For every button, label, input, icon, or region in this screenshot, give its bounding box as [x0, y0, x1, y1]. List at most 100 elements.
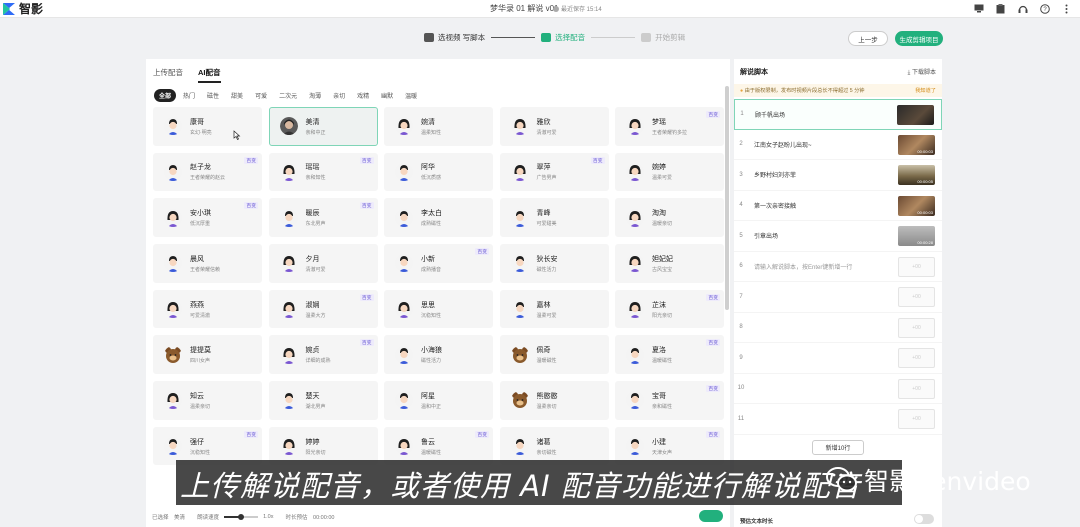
voice-card[interactable]: 淘淘 温暖亲切	[615, 198, 724, 237]
clip-thumbnail[interactable]: 00:00:03	[898, 134, 935, 155]
voice-card[interactable]: 暖辰 东北男声 百变	[268, 198, 378, 237]
speed-knob[interactable]	[238, 514, 245, 520]
step-3[interactable]: 开始剪辑	[641, 32, 685, 43]
clip-duration: 00:00:03	[917, 209, 933, 215]
script-row[interactable]: 10 +00	[734, 374, 942, 404]
category-tab[interactable]: 可爱	[250, 89, 272, 102]
category-tab[interactable]: 磁性	[202, 89, 224, 102]
voice-card[interactable]: 思思 沉稳知性	[384, 289, 493, 329]
voice-card[interactable]: 青峰 可爱甜美	[499, 198, 609, 237]
clipboard-icon[interactable]	[995, 3, 1006, 14]
voice-card[interactable]: 阿星 温和中正	[384, 381, 493, 420]
script-row[interactable]: 5 引章出场 00:00:28	[734, 221, 942, 252]
voice-name: 宝哥	[652, 392, 666, 400]
voice-card[interactable]: 美清 亲和中正	[268, 107, 378, 146]
clip-thumbnail[interactable]: 00:00:03	[898, 195, 935, 216]
add-clip-slot[interactable]: +00	[898, 256, 935, 277]
voice-info: 楚天 湖北男声	[306, 391, 326, 410]
voice-grid-scrollbar[interactable]	[725, 86, 729, 310]
speed-slider[interactable]	[224, 514, 259, 520]
step-2[interactable]: 选择配音	[541, 32, 585, 43]
voice-card[interactable]: 燕燕 可爱清澈	[153, 289, 262, 329]
script-row[interactable]: 3 乡野村妇刘亦菲 00:00:05	[734, 160, 942, 191]
more-icon[interactable]	[1061, 3, 1072, 14]
voice-info: 翠萍 广告男声	[537, 162, 557, 181]
voice-card[interactable]: 阿华 低沉质感	[384, 152, 493, 192]
script-row[interactable]: 6 请输入解说脚本，按Enter键新增一行 +00	[734, 252, 942, 282]
clip-thumbnail[interactable]	[897, 105, 934, 125]
download-script-button[interactable]: ⤓ 下载脚本	[908, 67, 936, 77]
voice-card[interactable]: 婉清 温柔知性	[384, 107, 493, 146]
voice-card[interactable]: 安小琪 低沉厚重 百变	[153, 198, 262, 237]
voice-card[interactable]: 夕月 清澈可爱	[268, 244, 378, 283]
voice-card[interactable]: 佩奇 温暖磁性	[499, 335, 609, 374]
watermark: 智影Zenvideo	[826, 462, 1031, 498]
voice-card[interactable]: 芷沫 阳光亲切 百变	[615, 289, 724, 329]
tab-upload-voice[interactable]: 上传配音	[153, 67, 183, 83]
tab-ai-voice[interactable]: AI配音	[198, 67, 221, 83]
generate-project-button[interactable]: 生成剪辑项目	[895, 31, 943, 46]
script-row[interactable]: 8 +00	[734, 313, 942, 343]
voice-card[interactable]: 婉婷 温柔可爱	[615, 152, 724, 192]
voice-card[interactable]: 嘉林 温柔可爱	[499, 289, 609, 329]
category-tab[interactable]: 亲切	[328, 89, 350, 102]
category-tab[interactable]: 幽默	[376, 89, 398, 102]
document-title[interactable]: 梦华录 01 解说 v01	[490, 3, 558, 14]
voice-card[interactable]: 婉贞 详细的成熟 百变	[268, 335, 378, 374]
add-clip-slot[interactable]: +00	[898, 287, 935, 307]
voice-badge: 百变	[706, 430, 720, 438]
voice-card[interactable]: 知云 温柔亲切	[153, 381, 262, 420]
add-clip-slot[interactable]: +00	[898, 317, 935, 338]
voice-card[interactable]: 赵子龙 王者荣耀的赵云 百变	[153, 152, 262, 192]
voice-card[interactable]: 小新 成熟播音 百变	[384, 244, 493, 283]
voice-card[interactable]: 瑶瑶 亲和知性 百变	[268, 152, 378, 192]
step-1[interactable]: 选视频 写脚本	[424, 32, 485, 43]
headset-icon[interactable]	[1017, 3, 1028, 14]
voice-card[interactable]: 翠萍 广告男声 百变	[499, 152, 609, 192]
play-preview-button[interactable]	[699, 510, 723, 522]
script-row[interactable]: 1 顾千帆出场	[734, 99, 942, 130]
voice-card[interactable]: 楚天 湖北男声	[268, 381, 378, 420]
script-row[interactable]: 2 江南女子赵盼儿出现~ 00:00:03	[734, 130, 942, 160]
row-number: 5	[739, 232, 743, 239]
add-clip-slot[interactable]: +00	[898, 348, 935, 368]
notice-dismiss-link[interactable]: 我知道了	[915, 87, 936, 94]
category-tab[interactable]: 全部	[154, 89, 177, 102]
help-icon[interactable]: ?	[1039, 3, 1050, 14]
voice-card[interactable]: 淑娴 温柔大方 百变	[268, 289, 378, 329]
voice-card[interactable]: 晨风 王者荣耀信赖	[153, 244, 262, 283]
category-tab[interactable]: 热门	[178, 89, 200, 102]
monitor-icon[interactable]	[973, 3, 984, 14]
voice-card[interactable]: 梦瑶 王者荣耀钓多拉 百变	[615, 107, 724, 146]
script-input-placeholder[interactable]: 请输入解说脚本，按Enter键新增一行	[754, 262, 852, 271]
category-tab[interactable]: 甜美	[226, 89, 248, 102]
voice-card[interactable]: 康哥 玄幻·明亮	[153, 107, 262, 146]
previous-step-button[interactable]: 上一步	[848, 31, 888, 46]
voice-card[interactable]: 提提莫 四川女声	[153, 335, 262, 374]
voice-card[interactable]: 李太白 成熟磁性	[384, 198, 493, 237]
category-tab[interactable]: 二次元	[274, 89, 302, 102]
voice-info: 赵子龙 王者荣耀的赵云	[190, 162, 225, 181]
estimated-duration-toggle[interactable]	[914, 514, 934, 524]
category-tab[interactable]: 温暖	[400, 89, 422, 102]
clip-thumbnail[interactable]: 00:00:05	[898, 165, 935, 185]
clip-thumbnail[interactable]: 00:00:28	[898, 226, 935, 246]
voice-card[interactable]: 宝哥 亲和磁性 百变	[615, 381, 724, 420]
voice-card[interactable]: 雅欣 清澈可爱	[499, 107, 609, 146]
app-logo[interactable]: 智影	[2, 0, 43, 17]
script-row[interactable]: 11 +00	[734, 404, 942, 435]
add-clip-slot[interactable]: +00	[898, 378, 935, 399]
voice-card[interactable]: 小海狼 磁性活力	[384, 335, 493, 374]
add-rows-button[interactable]: 新增10行	[812, 440, 864, 455]
voice-card[interactable]: 夏洛 温暖磁性 百变	[615, 335, 724, 374]
voice-card[interactable]: 熊憨憨 温柔亲切	[499, 381, 609, 420]
voice-card[interactable]: 狄长安 磁性活力	[499, 244, 609, 283]
category-tab[interactable]: 戏精	[352, 89, 374, 102]
voice-name: 婷婷	[305, 438, 320, 446]
script-row[interactable]: 4 第一次亲密接触 00:00:03	[734, 191, 942, 221]
script-row[interactable]: 7 +00	[734, 282, 942, 313]
add-clip-slot[interactable]: +00	[898, 409, 935, 429]
category-tab[interactable]: 淘薄	[304, 89, 326, 102]
script-row[interactable]: 9 +00	[734, 343, 942, 374]
voice-card[interactable]: 妲妃妃 古风宝宝	[615, 244, 724, 283]
